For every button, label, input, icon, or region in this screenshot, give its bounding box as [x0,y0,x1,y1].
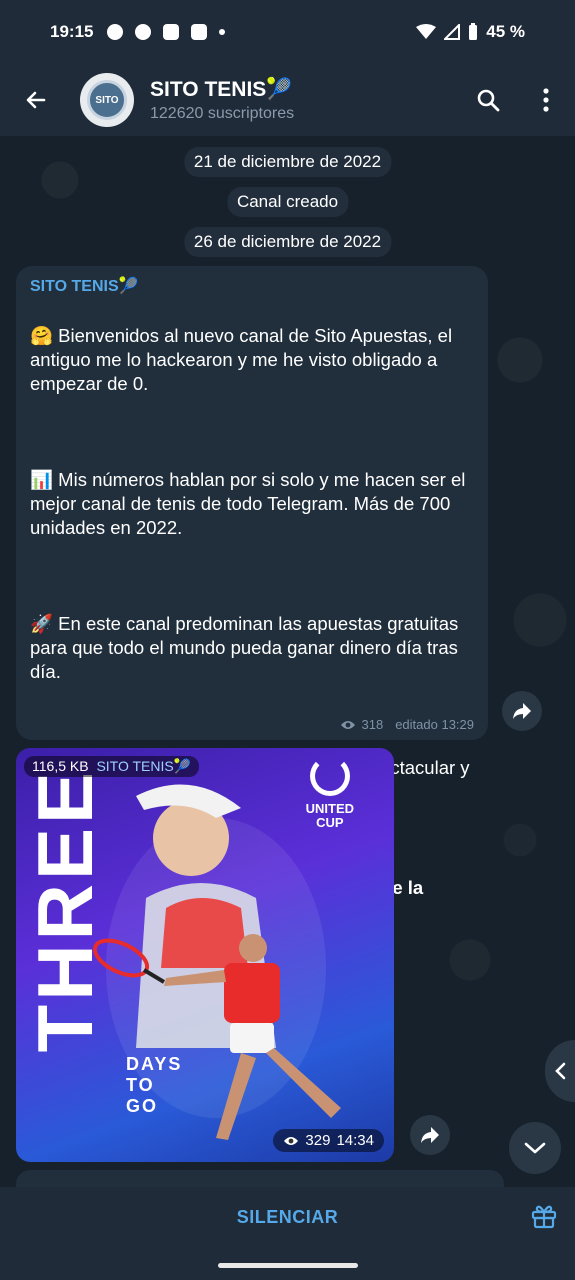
date-separator: 26 de diciembre de 2022 [183,227,392,257]
eye-icon [340,720,355,729]
post-paragraph: 🤗 Bienvenidos al nuevo canal de Sito Apu… [30,325,453,394]
post-views: 318 [361,717,384,732]
channel-title-block[interactable]: SITO TENIS🎾 122620 suscriptores [150,78,294,123]
chevron-down-icon [524,1142,546,1154]
post-author: SITO TENIS🎾 [30,278,139,295]
battery-level: 45 % [486,22,525,41]
status-bar: 19:15 45 % [0,0,575,64]
notification-icons [107,24,226,40]
system-navigation-bar [0,1247,575,1280]
side-panel-toggle[interactable] [545,1040,575,1102]
more-notifications-dot [219,29,226,35]
media-info-tag: 116,5 KB SITO TENIS🎾 [24,756,200,777]
more-options-button[interactable] [517,64,575,136]
post-paragraph: 🚀 En este canal predominan las apuestas … [30,613,459,682]
header-actions [459,64,575,136]
gift-icon [531,1205,557,1229]
subscriber-count: 122620 suscriptores [150,104,295,122]
channel-header: SITO SITO TENIS🎾 122620 suscriptores [0,64,575,136]
eye-icon [284,1136,299,1145]
search-button[interactable] [459,64,517,136]
media-meta: 329 14:34 [273,1129,384,1152]
back-button[interactable] [0,64,72,136]
image-sub-text: DAYS TO GO [126,1054,182,1117]
media-post[interactable]: THREE UNITED CUP DAYS TO GO 116,5 KB SIT… [16,748,394,1162]
signal-icon [444,24,461,40]
avatar-logo: SITO [87,80,127,120]
gift-button[interactable] [531,1203,557,1234]
channel-avatar[interactable]: SITO [80,73,134,127]
mute-button[interactable]: SILENCIAR [237,1207,339,1228]
image-text-line: DAYS [126,1054,183,1074]
battery-icon [469,23,478,40]
search-icon [477,89,500,112]
image-text-line: GO [126,1096,159,1116]
post-edited-time: editado 13:29 [395,717,474,732]
tennis-players-illustration [92,784,341,1140]
gamepad-icon [163,24,180,40]
bottom-action-bar: SILENCIAR [0,1187,575,1247]
media-time: 14:34 [336,1132,374,1149]
channel-post[interactable]: SITO TENIS🎾 🤗 Bienvenidos al nuevo canal… [16,266,488,922]
channel-title: SITO TENIS🎾 [150,77,293,101]
image-text-line: TO [126,1075,155,1095]
home-gesture-handle[interactable] [218,1263,358,1268]
post-meta: 318 editado 13:29 [340,717,474,732]
gamepad-icon-2 [191,24,208,40]
chat-bubble-icon [135,24,152,40]
date-separator: 21 de diciembre de 2022 [183,147,392,177]
forward-icon [421,1127,439,1143]
share-button[interactable] [502,691,542,731]
media-views: 329 [305,1132,331,1149]
notification-app-icon [107,24,124,40]
forward-icon [513,703,531,719]
wifi-icon [416,24,437,39]
media-author: SITO TENIS🎾 [96,758,192,774]
more-vertical-icon [543,88,549,112]
chevron-left-icon [555,1062,566,1080]
scroll-down-button[interactable] [509,1122,561,1174]
telegram-channel-screen: 19:15 45 % SITO SITO TENIS🎾 122620 suscr… [0,0,575,1280]
arrow-left-icon [26,91,46,109]
system-icons: 45 % [416,22,525,42]
post-paragraph: 📊 Mis números hablan por si solo y me ha… [30,469,466,538]
service-message: Canal creado [226,187,349,217]
file-size: 116,5 KB [32,758,89,774]
status-time: 19:15 [50,22,94,41]
share-button[interactable] [410,1115,450,1155]
